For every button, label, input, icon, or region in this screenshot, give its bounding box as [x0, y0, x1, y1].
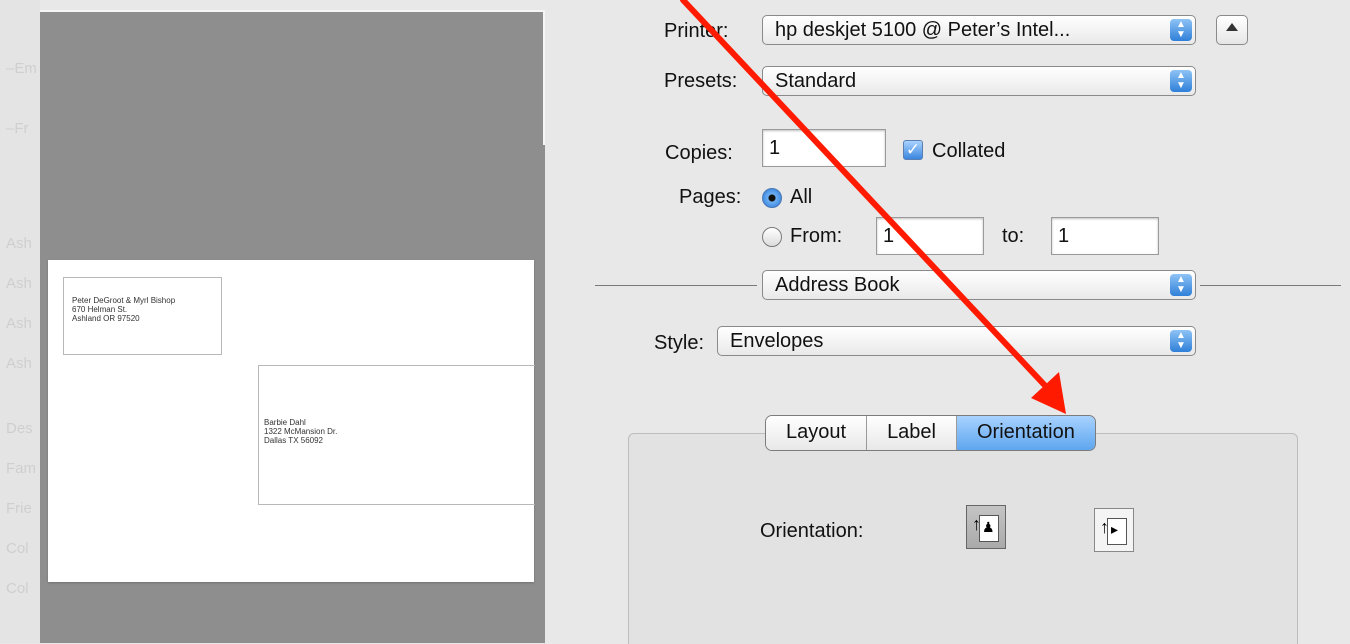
recipient-address-line: Barbie Dahl	[264, 418, 306, 427]
options-tabs: Layout Label Orientation	[765, 415, 1096, 451]
orientation-label: Orientation:	[760, 520, 864, 542]
return-address-line: Peter DeGroot & Myrl Bishop	[72, 296, 176, 305]
copies-field[interactable]: 1	[762, 129, 886, 167]
expand-dialog-button[interactable]	[1216, 15, 1248, 45]
recipient-address-line: Dallas TX 56092	[264, 436, 323, 445]
recipient-address-line: 1322 McMansion Dr.	[264, 427, 338, 436]
person-icon: ♟	[982, 519, 995, 535]
style-popup[interactable]: Envelopes ▲ ▼	[717, 326, 1196, 356]
rotated-person-icon: ▸	[1111, 521, 1119, 537]
options-tab-panel	[628, 433, 1298, 644]
popup-arrows-icon: ▲ ▼	[1170, 70, 1192, 92]
pages-to-field[interactable]: 1	[1051, 217, 1159, 255]
presets-value: Standard	[775, 70, 857, 92]
printer-popup[interactable]: hp deskjet 5100 @ Peter’s Intel... ▲ ▼	[762, 15, 1196, 45]
pages-from-field[interactable]: 1	[876, 217, 984, 255]
preview-page-edge-right	[543, 10, 545, 145]
style-value: Envelopes	[730, 330, 824, 352]
printer-label: Printer:	[664, 20, 729, 42]
pages-to-label: to:	[1002, 225, 1025, 247]
preview-page-edge	[40, 10, 545, 12]
popup-arrows-icon: ▲ ▼	[1170, 19, 1192, 41]
portrait-orientation-button[interactable]: ↑ ♟	[966, 505, 1006, 549]
printer-value: hp deskjet 5100 @ Peter’s Intel...	[775, 19, 1071, 41]
envelope-preview: Peter DeGroot & Myrl Bishop 670 Helman S…	[48, 260, 535, 582]
pages-from-label: From:	[790, 225, 843, 247]
style-label: Style:	[654, 332, 705, 354]
print-preview-pane: Peter DeGroot & Myrl Bishop 670 Helman S…	[40, 10, 545, 643]
tab-label[interactable]: Label	[867, 416, 957, 450]
landscape-orientation-button[interactable]: ↑ ▸	[1094, 508, 1134, 552]
section-separator-left	[595, 285, 757, 286]
pages-all-label: All	[790, 186, 813, 208]
popup-arrows-icon: ▲ ▼	[1170, 274, 1192, 296]
copies-label: Copies:	[665, 142, 733, 164]
pages-all-radio[interactable]	[762, 188, 782, 208]
section-popup-value: Address Book	[775, 274, 900, 296]
collated-checkbox[interactable]: ✓	[903, 140, 923, 160]
popup-arrows-icon: ▲ ▼	[1170, 330, 1192, 352]
return-address-line: 670 Helman St.	[72, 305, 128, 314]
section-separator-right	[1200, 285, 1341, 286]
collated-label: Collated	[932, 140, 1006, 162]
presets-label: Presets:	[664, 70, 738, 92]
triangle-up-icon	[1226, 23, 1238, 31]
pages-from-radio[interactable]	[762, 227, 782, 247]
return-address-line: Ashland OR 97520	[72, 314, 140, 323]
presets-popup[interactable]: Standard ▲ ▼	[762, 66, 1196, 96]
return-address-box: Peter DeGroot & Myrl Bishop 670 Helman S…	[63, 277, 222, 355]
annotation-arrow-head	[1031, 372, 1066, 414]
background-window-edge: –Em –Fr Ash Ash Ash Ash Des Fam Frie Col…	[0, 0, 40, 643]
section-popup[interactable]: Address Book ▲ ▼	[762, 270, 1196, 300]
tab-layout[interactable]: Layout	[766, 416, 868, 450]
recipient-address-box: Barbie Dahl 1322 McMansion Dr. Dallas TX…	[258, 365, 535, 505]
pages-label: Pages:	[679, 186, 742, 208]
tab-orientation[interactable]: Orientation	[957, 416, 1095, 450]
